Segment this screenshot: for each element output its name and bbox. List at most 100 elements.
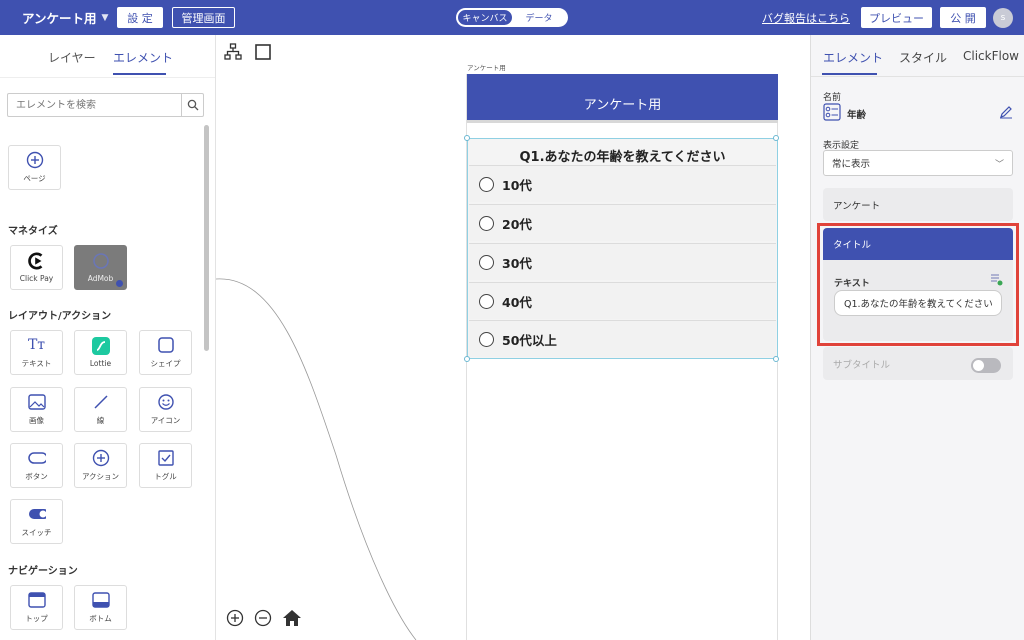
bug-report-link[interactable]: バグ報告はこちら <box>762 10 850 26</box>
button-tile[interactable]: ボタン <box>10 443 63 488</box>
search-input[interactable] <box>8 94 181 116</box>
connector-line <box>216 278 417 640</box>
lottie-tile[interactable]: Lottie <box>74 330 127 375</box>
text-tile[interactable]: Tт テキスト <box>10 330 63 375</box>
tile-label: ボタン <box>25 472 48 481</box>
survey-section[interactable]: アンケート <box>823 188 1013 221</box>
phone-screen[interactable]: アンケート用 Q1.あなたの年齢を教えてください 10代 20代 30代 40代 <box>464 74 779 640</box>
survey-element[interactable]: Q1.あなたの年齢を教えてください 10代 20代 30代 40代 50代以上 <box>467 138 778 359</box>
text-icon: Tт <box>27 337 46 353</box>
screen-label: アンケート用 <box>467 64 506 72</box>
tile-label: アイコン <box>150 416 181 425</box>
switch-tile[interactable]: スイッチ <box>10 499 63 544</box>
section-monetize: マネタイズ <box>8 226 58 237</box>
tile-label: ボトム <box>89 614 112 623</box>
radio-button[interactable] <box>479 331 494 347</box>
bottom-nav-tile[interactable]: ボトム <box>74 585 127 630</box>
tile-label: アクション <box>81 472 120 481</box>
edit-icon[interactable] <box>999 105 1013 119</box>
subtitle-switch[interactable] <box>971 358 1001 373</box>
clickpay-icon <box>27 252 46 270</box>
tile-label: Click Pay <box>19 274 54 283</box>
zoom-in-icon[interactable] <box>226 609 244 627</box>
option-item[interactable]: 40代 <box>469 282 776 319</box>
resize-handle[interactable] <box>464 135 470 141</box>
option-label: 20代 <box>502 216 532 232</box>
tile-label: トップ <box>25 614 48 623</box>
resize-handle[interactable] <box>464 356 470 362</box>
image-tile[interactable]: 画像 <box>10 387 63 432</box>
right-panel: エレメント スタイル ClickFlow 名前 年齢 表示設定 常に表示 ﹀ ア… <box>810 35 1024 640</box>
resize-handle[interactable] <box>773 356 779 362</box>
option-item[interactable]: 10代 <box>469 165 776 202</box>
canvas-area[interactable]: アンケート用 アンケート用 Q1.あなたの年齢を教えてください 10代 20代 … <box>216 35 810 640</box>
option-item[interactable]: 20代 <box>469 204 776 241</box>
tile-label: 線 <box>96 416 105 425</box>
project-selector[interactable]: アンケート用 ▼ <box>22 8 108 27</box>
toggle-tile[interactable]: トグル <box>139 443 192 488</box>
smiley-icon <box>157 393 175 411</box>
action-tile[interactable]: アクション <box>74 443 127 488</box>
preview-button[interactable]: プレビュー <box>861 7 932 28</box>
question-title: Q1.あなたの年齢を教えてください <box>519 150 726 165</box>
radio-button[interactable] <box>479 254 494 270</box>
resize-handle[interactable] <box>773 135 779 141</box>
zoom-controls <box>226 609 302 627</box>
settings-button[interactable]: 設 定 <box>117 7 163 28</box>
divider <box>0 77 215 78</box>
shape-tile[interactable]: シェイプ <box>139 330 192 375</box>
zoom-out-icon[interactable] <box>254 609 272 627</box>
tile-label: Lottie <box>89 359 112 368</box>
tile-label: スイッチ <box>21 528 52 537</box>
button-icon <box>27 449 46 467</box>
tab-style[interactable]: スタイル <box>899 49 947 66</box>
display-select[interactable]: 常に表示 ﹀ <box>823 150 1013 176</box>
left-panel: レイヤー エレメント ページ マネタイズ Click Pay AdMob レイア… <box>0 35 216 640</box>
admob-tile[interactable]: AdMob <box>74 245 127 290</box>
project-name: アンケート用 <box>22 11 97 26</box>
mode-data-tab[interactable]: データ <box>512 10 566 25</box>
option-label: 10代 <box>502 177 532 193</box>
switch-icon <box>28 505 46 523</box>
radio-button[interactable] <box>479 293 494 309</box>
line-icon <box>92 393 110 411</box>
chevron-down-icon: ▼ <box>101 12 109 23</box>
badge <box>116 280 123 287</box>
admin-button[interactable]: 管理画面 <box>172 7 235 28</box>
tab-clickflow[interactable]: ClickFlow <box>963 49 1019 63</box>
lottie-icon <box>91 337 110 355</box>
screen-title: アンケート用 <box>583 98 662 113</box>
clickpay-tile[interactable]: Click Pay <box>10 245 63 290</box>
tile-label: 画像 <box>29 416 44 425</box>
option-item[interactable]: 50代以上 <box>469 320 776 357</box>
tab-layer[interactable]: レイヤー <box>48 49 96 66</box>
icon-tile[interactable]: アイコン <box>139 387 192 432</box>
scrollbar[interactable] <box>204 125 209 351</box>
radio-button[interactable] <box>479 176 494 192</box>
tab-underline <box>113 73 166 75</box>
radio-button[interactable] <box>479 215 494 231</box>
add-circle-icon <box>26 151 44 169</box>
tile-label: シェイプ <box>150 359 181 368</box>
subtitle-section: サブタイトル <box>823 347 1013 380</box>
home-icon[interactable] <box>282 609 302 627</box>
publish-button[interactable]: 公 開 <box>940 7 986 28</box>
header-shadow <box>467 120 778 123</box>
tab-element[interactable]: エレメント <box>823 49 883 66</box>
option-item[interactable]: 30代 <box>469 243 776 280</box>
tab-element[interactable]: エレメント <box>113 49 173 66</box>
page-tile[interactable]: ページ <box>8 145 61 190</box>
divider <box>811 76 1024 77</box>
avatar[interactable]: s <box>993 8 1013 28</box>
tile-label: テキスト <box>21 359 52 368</box>
tile-label: AdMob <box>87 274 114 283</box>
search-button[interactable] <box>181 94 203 116</box>
mode-toggle: キャンバス データ <box>456 8 568 27</box>
mode-canvas-tab[interactable]: キャンバス <box>458 10 512 25</box>
option-label: 40代 <box>502 294 532 310</box>
top-nav-tile[interactable]: トップ <box>10 585 63 630</box>
add-circle-icon <box>92 449 110 467</box>
line-tile[interactable]: 線 <box>74 387 127 432</box>
name-label: 名前 <box>823 93 842 103</box>
option-label: 50代以上 <box>502 332 557 348</box>
